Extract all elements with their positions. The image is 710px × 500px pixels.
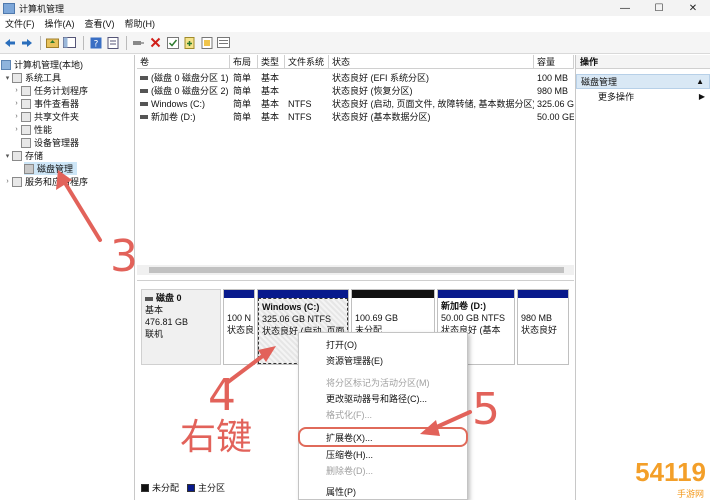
arrow-to-disk-management bbox=[56, 170, 102, 242]
site-watermark: 54119 bbox=[635, 457, 706, 487]
arrow-to-extend-volume bbox=[420, 410, 472, 436]
step-number-5: 5 bbox=[472, 384, 500, 435]
step-number-3: 3 bbox=[110, 231, 138, 282]
annotation-arrows bbox=[56, 170, 472, 436]
site-watermark-sub: 手游网 bbox=[676, 489, 704, 499]
right-click-label: 右键 bbox=[180, 417, 253, 458]
step-number-4: 4 bbox=[208, 370, 236, 421]
